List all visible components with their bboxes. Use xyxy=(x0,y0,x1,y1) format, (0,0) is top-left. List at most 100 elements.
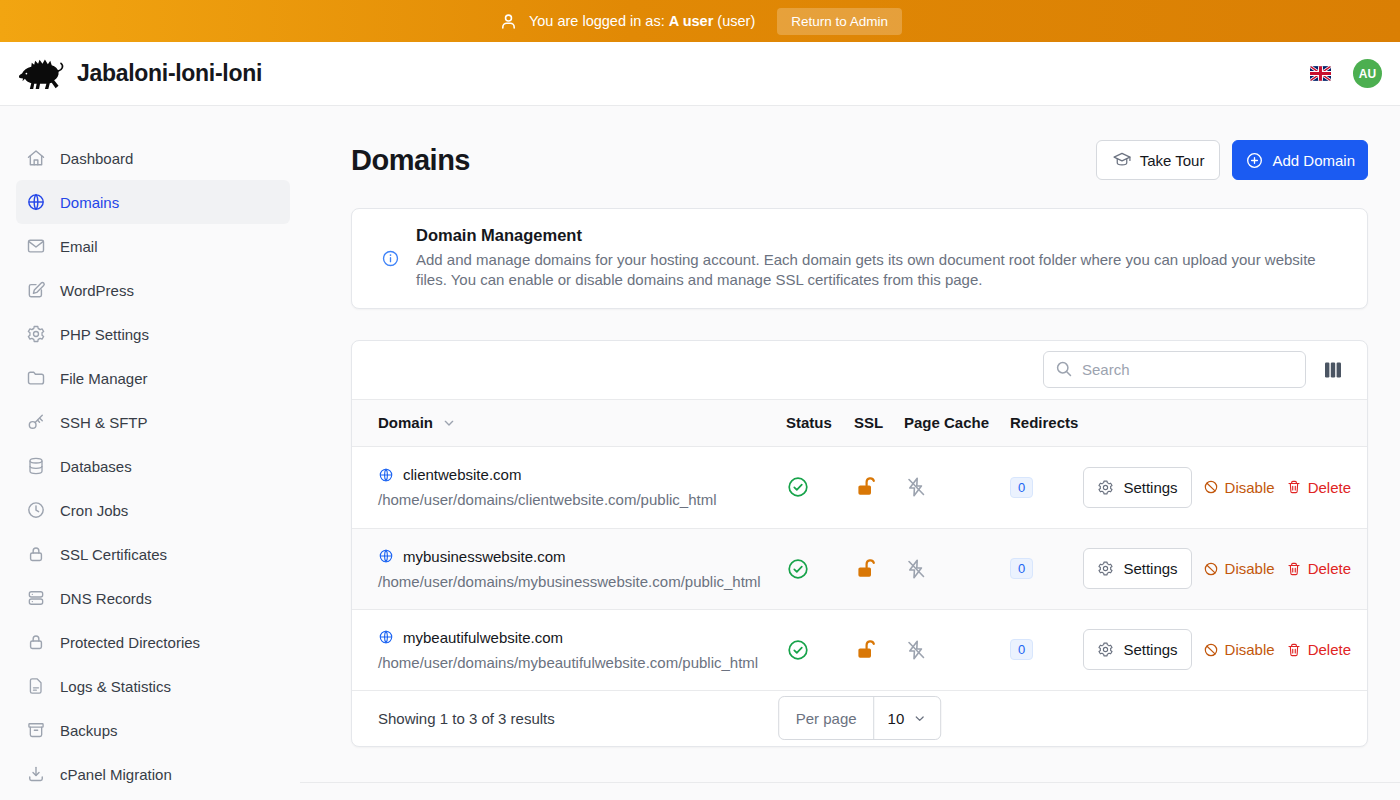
user-icon xyxy=(498,11,519,32)
table-row: mybusinesswebsite.com /home/user/domains… xyxy=(352,528,1367,609)
results-summary: Showing 1 to 3 of 3 results xyxy=(378,710,555,727)
footer-divider xyxy=(300,782,1400,783)
ssl-unlocked-icon[interactable] xyxy=(854,557,878,581)
sidebar-item-domains[interactable]: Domains xyxy=(16,180,290,224)
ssl-unlocked-icon[interactable] xyxy=(854,475,878,499)
sidebar-item-cpanel-migration[interactable]: cPanel Migration xyxy=(0,752,320,796)
column-header-ssl: SSL xyxy=(854,414,904,431)
banner-text: You are logged in as: xyxy=(529,13,665,29)
banner-message: You are logged in as: A user (user) xyxy=(498,11,755,32)
sidebar-item-dns-records[interactable]: DNS Records xyxy=(0,576,320,620)
table-row: mybeautifulwebsite.com /home/user/domain… xyxy=(352,609,1367,690)
status-enabled-icon xyxy=(786,475,810,499)
chevron-down-icon xyxy=(912,711,927,726)
sidebar-item-label: Domains xyxy=(60,194,119,211)
domain-name[interactable]: mybusinesswebsite.com xyxy=(403,548,566,565)
globe-icon xyxy=(26,192,46,212)
column-settings-button[interactable] xyxy=(1321,358,1345,382)
gear-icon xyxy=(26,324,46,344)
sidebar-item-php-settings[interactable]: PHP Settings xyxy=(0,312,320,356)
info-card: Domain Management Add and manage domains… xyxy=(351,208,1368,309)
per-page-select[interactable]: 10 xyxy=(875,697,941,739)
trash-icon xyxy=(1286,642,1302,658)
status-enabled-icon xyxy=(786,557,810,581)
sidebar-item-protected-directories[interactable]: Protected Directories xyxy=(0,620,320,664)
database-icon xyxy=(26,456,46,476)
ban-icon xyxy=(1203,479,1219,495)
domain-path: /home/user/domains/mybusinesswebsite.com… xyxy=(378,573,786,590)
sidebar-item-email[interactable]: Email xyxy=(0,224,320,268)
folder-icon xyxy=(26,368,46,388)
domains-table-card: Domain Status SSL Page Cache Redirects c… xyxy=(351,340,1368,747)
settings-button[interactable]: Settings xyxy=(1083,467,1191,508)
banner-user-name: A user xyxy=(669,13,714,29)
sidebar-item-label: PHP Settings xyxy=(60,326,149,343)
columns-icon xyxy=(1321,358,1345,382)
settings-button[interactable]: Settings xyxy=(1083,629,1191,670)
pagination-row: Showing 1 to 3 of 3 results Per page 10 xyxy=(352,690,1367,746)
redirects-count-badge[interactable]: 0 xyxy=(1010,558,1033,579)
sidebar-item-label: File Manager xyxy=(60,370,148,387)
sort-chevron-icon[interactable] xyxy=(441,415,457,431)
add-domain-button[interactable]: Add Domain xyxy=(1232,140,1368,180)
info-card-description: Add and manage domains for your hosting … xyxy=(416,250,1336,291)
boar-logo-icon xyxy=(17,55,66,93)
home-icon xyxy=(26,148,46,168)
column-header-domain[interactable]: Domain xyxy=(378,414,433,431)
pencil-icon xyxy=(26,280,46,300)
sidebar-item-ssl-certificates[interactable]: SSL Certificates xyxy=(0,532,320,576)
globe-icon xyxy=(378,548,394,564)
download-icon xyxy=(26,764,46,784)
delete-button[interactable]: Delete xyxy=(1286,479,1351,496)
redirects-count-badge[interactable]: 0 xyxy=(1010,477,1033,498)
sidebar-item-label: Dashboard xyxy=(60,150,133,167)
archive-box-icon xyxy=(26,720,46,740)
search-input[interactable] xyxy=(1043,351,1306,388)
column-header-page-cache: Page Cache xyxy=(904,414,1010,431)
column-header-redirects: Redirects xyxy=(1010,414,1080,431)
page-cache-off-icon[interactable] xyxy=(904,557,928,581)
server-icon xyxy=(26,588,46,608)
impersonation-banner: You are logged in as: A user (user) Retu… xyxy=(0,0,1400,42)
domain-name[interactable]: mybeautifulwebsite.com xyxy=(403,629,563,646)
sidebar-item-cron-jobs[interactable]: Cron Jobs xyxy=(0,488,320,532)
brand[interactable]: Jabaloni-loni-loni xyxy=(17,55,262,93)
sidebar-item-backups[interactable]: Backups xyxy=(0,708,320,752)
disable-button[interactable]: Disable xyxy=(1203,641,1275,658)
sidebar-item-logs-statistics[interactable]: Logs & Statistics xyxy=(0,664,320,708)
globe-icon xyxy=(378,467,394,483)
status-enabled-icon xyxy=(786,638,810,662)
avatar[interactable]: AU xyxy=(1353,59,1382,88)
sidebar-item-ssh-sftp[interactable]: SSH & SFTP xyxy=(0,400,320,444)
ssl-unlocked-icon[interactable] xyxy=(854,638,878,662)
lock-icon xyxy=(26,632,46,652)
gear-icon xyxy=(1097,560,1114,577)
return-to-admin-button[interactable]: Return to Admin xyxy=(777,8,902,35)
sidebar-item-label: Cron Jobs xyxy=(60,502,128,519)
page-cache-off-icon[interactable] xyxy=(904,475,928,499)
table-row: clientwebsite.com /home/user/domains/cli… xyxy=(352,447,1367,528)
settings-button[interactable]: Settings xyxy=(1083,548,1191,589)
redirects-count-badge[interactable]: 0 xyxy=(1010,639,1033,660)
delete-button[interactable]: Delete xyxy=(1286,641,1351,658)
disable-button[interactable]: Disable xyxy=(1203,560,1275,577)
sidebar-item-databases[interactable]: Databases xyxy=(0,444,320,488)
info-card-title: Domain Management xyxy=(416,226,1336,245)
sidebar-item-file-manager[interactable]: File Manager xyxy=(0,356,320,400)
per-page-label: Per page xyxy=(779,697,875,739)
globe-icon xyxy=(378,629,394,645)
sidebar-item-wordpress[interactable]: WordPress xyxy=(0,268,320,312)
take-tour-button[interactable]: Take Tour xyxy=(1096,140,1221,180)
delete-button[interactable]: Delete xyxy=(1286,560,1351,577)
lock-icon xyxy=(26,544,46,564)
language-flag-gb-icon[interactable] xyxy=(1310,66,1331,81)
sidebar-item-dashboard[interactable]: Dashboard xyxy=(0,136,320,180)
sidebar-item-label: SSH & SFTP xyxy=(60,414,148,431)
domain-name[interactable]: clientwebsite.com xyxy=(403,466,521,483)
sidebar-item-label: Logs & Statistics xyxy=(60,678,171,695)
gear-icon xyxy=(1097,479,1114,496)
sidebar-item-label: WordPress xyxy=(60,282,134,299)
sidebar-item-label: Protected Directories xyxy=(60,634,200,651)
disable-button[interactable]: Disable xyxy=(1203,479,1275,496)
page-cache-off-icon[interactable] xyxy=(904,638,928,662)
